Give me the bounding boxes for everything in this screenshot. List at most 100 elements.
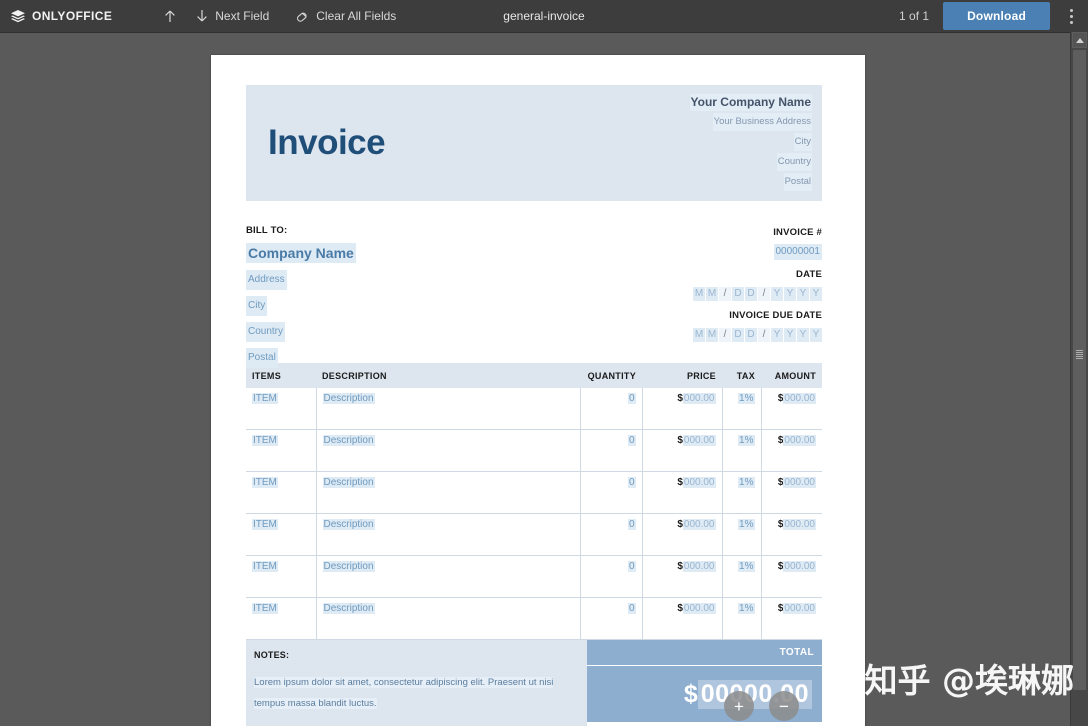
table-row: ITEM Description 0 $000.00 1% $000.00 — [246, 555, 822, 598]
date-cell[interactable]: Y — [771, 287, 784, 301]
company-country-field[interactable]: Country — [776, 153, 812, 171]
invoice-title: Invoice — [268, 123, 386, 162]
date-cell[interactable]: Y — [797, 287, 810, 301]
scroll-up-button[interactable] — [1072, 32, 1087, 48]
invoice-number-field[interactable]: 00000001 — [773, 244, 822, 260]
prev-field-button[interactable] — [154, 0, 186, 32]
date-cell[interactable]: Y — [810, 287, 822, 301]
onlyoffice-form-viewer: ONLYOFFICE Next Field Clear All Fields g… — [0, 0, 1088, 726]
cell-description: Description — [315, 429, 581, 472]
item-field[interactable]: ITEM — [252, 603, 278, 614]
company-name-field[interactable]: Your Company Name — [689, 94, 812, 111]
amount-field[interactable]: 000.00 — [783, 435, 816, 446]
cell-tax: 1% — [721, 555, 762, 598]
amount-field[interactable]: 000.00 — [783, 477, 816, 488]
price-field[interactable]: 000.00 — [682, 393, 716, 404]
price-field[interactable]: 000.00 — [682, 477, 716, 488]
quantity-field[interactable]: 0 — [627, 435, 636, 446]
add-row-button[interactable]: + — [724, 691, 754, 721]
top-toolbar: ONLYOFFICE Next Field Clear All Fields g… — [0, 0, 1088, 33]
amount-field[interactable]: 000.00 — [783, 603, 816, 614]
description-field[interactable]: Description — [322, 603, 375, 614]
due-date-label: INVOICE DUE DATE — [729, 310, 822, 321]
date-cell[interactable]: D — [732, 287, 745, 301]
arrow-up-icon — [162, 8, 178, 24]
due-date-cell[interactable]: D — [732, 328, 745, 342]
description-field[interactable]: Description — [322, 519, 375, 530]
price-field[interactable]: 000.00 — [682, 519, 716, 530]
cell-price: $000.00 — [641, 513, 723, 556]
kebab-menu-icon[interactable] — [1058, 0, 1084, 32]
next-field-button[interactable]: Next Field — [186, 0, 277, 32]
bill-to-country-field[interactable]: Country — [246, 322, 286, 342]
cell-quantity: 0 — [579, 513, 643, 556]
tax-field[interactable]: 1% — [738, 477, 755, 488]
item-field[interactable]: ITEM — [252, 561, 278, 572]
tax-field[interactable]: 1% — [738, 561, 755, 572]
bill-to-city-field[interactable]: City — [246, 296, 268, 316]
tax-field[interactable]: 1% — [738, 519, 755, 530]
item-field[interactable]: ITEM — [252, 477, 278, 488]
tax-field[interactable]: 1% — [738, 393, 755, 404]
table-row: ITEM Description 0 $000.00 1% $000.00 — [246, 597, 822, 640]
line-items-table: ITEMS DESCRIPTION QUANTITY PRICE TAX AMO… — [246, 363, 822, 640]
date-cell[interactable]: M — [706, 287, 719, 301]
due-date-cell[interactable]: Y — [797, 328, 810, 342]
quantity-field[interactable]: 0 — [627, 561, 636, 572]
download-button[interactable]: Download — [943, 2, 1050, 30]
notes-text-field[interactable]: Lorem ipsum dolor sit amet, consectetur … — [254, 677, 554, 709]
company-postal-field[interactable]: Postal — [783, 173, 812, 191]
company-city-field[interactable]: City — [793, 133, 812, 151]
price-field[interactable]: 000.00 — [682, 603, 716, 614]
due-date-cell[interactable]: D — [745, 328, 758, 342]
cell-price: $000.00 — [641, 597, 723, 640]
due-date-field[interactable]: M M / D D / Y Y Y Y — [693, 328, 822, 342]
due-date-cell[interactable]: Y — [810, 328, 822, 342]
item-field[interactable]: ITEM — [252, 435, 278, 446]
cell-tax: 1% — [721, 471, 762, 514]
vertical-scrollbar[interactable] — [1070, 32, 1088, 726]
item-field[interactable]: ITEM — [252, 519, 278, 530]
bill-to-address-field[interactable]: Address — [246, 270, 287, 290]
scrollbar-thumb[interactable] — [1073, 50, 1086, 690]
company-address-field[interactable]: Your Business Address — [712, 113, 812, 131]
date-cell[interactable]: Y — [784, 287, 797, 301]
due-date-cell[interactable]: M — [693, 328, 706, 342]
quantity-field[interactable]: 0 — [627, 393, 636, 404]
date-separator: / — [719, 287, 732, 301]
line-items-body: ITEM Description 0 $000.00 1% $000.00 ITEM Desc… — [246, 388, 822, 640]
amount-field[interactable]: 000.00 — [783, 519, 816, 530]
quantity-field[interactable]: 0 — [627, 519, 636, 530]
due-date-cell[interactable]: M — [706, 328, 719, 342]
item-field[interactable]: ITEM — [252, 393, 278, 404]
amount-field[interactable]: 000.00 — [783, 393, 816, 404]
tax-field[interactable]: 1% — [738, 435, 755, 446]
cell-item: ITEM — [246, 555, 317, 598]
amount-field[interactable]: 000.00 — [783, 561, 816, 572]
invoice-number-label: INVOICE # — [773, 227, 822, 238]
tax-field[interactable]: 1% — [738, 603, 755, 614]
bill-to-company-field[interactable]: Company Name — [246, 243, 356, 263]
quantity-field[interactable]: 0 — [627, 477, 636, 488]
date-cell[interactable]: D — [745, 287, 758, 301]
bill-to-postal-field[interactable]: Postal — [246, 348, 278, 368]
date-field[interactable]: M M / D D / Y Y Y Y — [693, 287, 822, 301]
description-field[interactable]: Description — [322, 561, 375, 572]
price-field[interactable]: 000.00 — [682, 435, 716, 446]
description-field[interactable]: Description — [322, 435, 375, 446]
company-block: Your Company Name Your Business Address … — [689, 93, 812, 191]
price-field[interactable]: 000.00 — [682, 561, 716, 572]
due-date-cell[interactable]: Y — [784, 328, 797, 342]
invoice-meta-section: BILL TO: Company Name Address City Count… — [246, 225, 822, 368]
cell-tax: 1% — [721, 388, 762, 430]
description-field[interactable]: Description — [322, 393, 375, 404]
quantity-field[interactable]: 0 — [627, 603, 636, 614]
description-field[interactable]: Description — [322, 477, 375, 488]
document-page: Invoice Your Company Name Your Business … — [211, 55, 865, 726]
date-cell[interactable]: M — [693, 287, 706, 301]
chevron-up-icon — [1075, 37, 1084, 43]
due-date-cell[interactable]: Y — [771, 328, 784, 342]
cell-item: ITEM — [246, 429, 317, 472]
remove-row-button[interactable]: − — [769, 691, 799, 721]
clear-all-fields-button[interactable]: Clear All Fields — [287, 0, 404, 32]
